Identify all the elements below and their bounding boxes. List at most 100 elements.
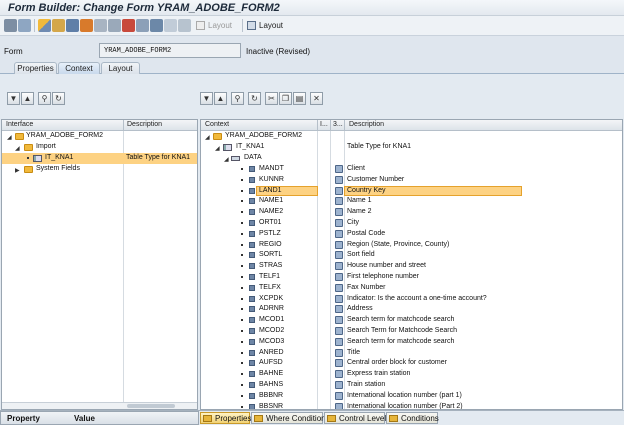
expand-icon[interactable]: ▼ xyxy=(7,92,20,105)
field-row[interactable]: MCOD2 Search Term for Matchcode Search xyxy=(201,326,622,337)
field-row[interactable]: XCPDK Indicator: Is the account a one-tim… xyxy=(201,294,622,305)
tree-node-import[interactable]: ◢ Import xyxy=(2,142,197,153)
title-bar: Form Builder: Change Form YRAM_ADOBE_FOR… xyxy=(0,0,624,16)
field-row[interactable]: MCOD3 Search term for matchcode search xyxy=(201,337,622,348)
field-row[interactable]: ADRNR Address xyxy=(201,304,622,315)
layout-button-inactive[interactable]: Layout xyxy=(196,18,232,33)
layout-button-label: Layout xyxy=(259,21,284,30)
field-row[interactable]: PSTLZ Postal Code xyxy=(201,229,622,240)
other-object-icon[interactable] xyxy=(52,19,65,32)
type-reference-icon xyxy=(335,186,343,195)
test-icon[interactable] xyxy=(94,19,107,32)
property-header: Property Value xyxy=(0,411,199,425)
layout-button[interactable]: Layout xyxy=(247,18,283,33)
collapse-icon[interactable]: ▲ xyxy=(21,92,34,105)
collapse-icon[interactable]: ▲ xyxy=(214,92,227,105)
tree-node-system-fields[interactable]: ▶ System Fields xyxy=(2,164,197,175)
field-row[interactable]: STRAS House number and street xyxy=(201,261,622,272)
field-row[interactable]: BAHNE Express train station xyxy=(201,369,622,380)
field-description: House number and street xyxy=(347,262,426,270)
field-description: Central order block for customer xyxy=(347,359,447,367)
field-row[interactable]: TELF1 First telephone number xyxy=(201,272,622,283)
find-icon[interactable]: ⚲ xyxy=(38,92,51,105)
field-row[interactable]: TELFX Fax Number xyxy=(201,283,622,294)
bottom-tab-control-levels[interactable]: Control Levels xyxy=(324,412,390,424)
interface-panel: Interface Description ◢ YRAM_ADOBE_FORM2… xyxy=(1,119,198,410)
field-row[interactable]: KUNNR Customer Number xyxy=(201,175,622,186)
field-row[interactable]: ORT01 City xyxy=(201,218,622,229)
tab-layout[interactable]: Layout xyxy=(101,62,140,74)
col2-header[interactable]: 3... xyxy=(333,121,343,128)
context-node-data[interactable]: ◢ DATA xyxy=(201,153,622,164)
description-column-header[interactable]: Description xyxy=(127,121,162,128)
find-next-icon[interactable]: ↻ xyxy=(52,92,65,105)
field-description: City xyxy=(347,219,360,226)
bottom-tab-where-conditions[interactable]: Where Conditions xyxy=(251,412,330,424)
field-row[interactable]: ANRED Title xyxy=(201,348,622,359)
display-change-icon[interactable] xyxy=(38,19,51,32)
field-row[interactable]: LAND1 Country Key xyxy=(201,185,622,197)
field-icon xyxy=(249,360,255,367)
collapsed-triangle-icon[interactable]: ▶ xyxy=(15,166,20,176)
interface-column-header[interactable]: Interface xyxy=(6,121,33,128)
tree-node-label: IT_KNA1 xyxy=(45,154,74,161)
context-node-it-kna1[interactable]: ◢ IT_KNA1 Table Type for KNA1 xyxy=(201,142,622,153)
display-object-list-icon[interactable] xyxy=(136,19,149,32)
layout-icon xyxy=(196,21,205,30)
type-reference-icon xyxy=(335,283,343,292)
bottom-tab-properties[interactable]: Properties xyxy=(200,412,251,424)
field-row[interactable]: MCOD1 Search term for matchcode search xyxy=(201,315,622,326)
find-icon[interactable]: ⚲ xyxy=(231,92,244,105)
navigation-window-icon[interactable] xyxy=(150,19,163,32)
form-name-field[interactable]: YRAM_ADOBE_FORM2 xyxy=(99,43,241,58)
tree-node-label: YRAM_ADOBE_FORM2 xyxy=(26,132,104,139)
field-row[interactable]: MANDT Client xyxy=(201,164,622,175)
bottom-tab-conditions[interactable]: Conditions xyxy=(386,412,439,424)
delete-icon[interactable] xyxy=(122,19,135,32)
description-column-header[interactable]: Description xyxy=(349,121,384,128)
type-reference-icon xyxy=(335,197,343,206)
field-row[interactable]: AUFSD Central order block for customer xyxy=(201,358,622,369)
tab-properties[interactable]: Properties xyxy=(14,62,57,74)
check-icon[interactable] xyxy=(66,19,79,32)
scrollbar-thumb[interactable] xyxy=(127,404,175,408)
find-next-icon[interactable]: ↻ xyxy=(248,92,261,105)
print-preview-icon[interactable] xyxy=(178,19,191,32)
structure-icon xyxy=(231,156,240,161)
activate-icon[interactable] xyxy=(80,19,93,32)
tab-context[interactable]: Context xyxy=(58,62,100,74)
delete-icon[interactable]: ✕ xyxy=(310,92,323,105)
tree-node-it-kna1[interactable]: IT_KNA1 Table Type for KNA1 xyxy=(2,153,197,164)
forward-icon[interactable] xyxy=(18,19,31,32)
field-description: Country Key xyxy=(347,186,386,194)
field-row[interactable]: BBSNR International location number (Part… xyxy=(201,402,622,409)
field-name: BAHNE xyxy=(259,370,284,378)
copy-icon[interactable]: ❐ xyxy=(279,92,292,105)
field-row[interactable]: REGIO Region (State, Province, County) xyxy=(201,240,622,251)
interface-toolbar: ▼ ▲ ⚲ ↻ xyxy=(7,92,66,106)
context-node-label: YRAM_ADOBE_FORM2 xyxy=(225,132,303,139)
tree-node-root[interactable]: ◢ YRAM_ADOBE_FORM2 xyxy=(2,131,197,142)
expand-icon[interactable]: ▼ xyxy=(200,92,213,105)
col1-header[interactable]: I... xyxy=(320,121,328,128)
field-row[interactable]: BBBNR International location number (part… xyxy=(201,391,622,402)
context-node-root[interactable]: ◢ YRAM_ADOBE_FORM2 xyxy=(201,131,622,142)
where-used-icon[interactable] xyxy=(108,19,121,32)
context-node-label: DATA xyxy=(244,154,262,161)
layout-editor-icon[interactable] xyxy=(164,19,177,32)
cut-icon[interactable]: ✂ xyxy=(265,92,278,105)
horizontal-scrollbar[interactable] xyxy=(2,402,197,409)
back-icon[interactable] xyxy=(4,19,17,32)
field-row[interactable]: SORTL Sort field xyxy=(201,250,622,261)
type-reference-icon xyxy=(335,240,343,249)
field-row[interactable]: BAHNS Train station xyxy=(201,380,622,391)
field-row[interactable]: NAME2 Name 2 xyxy=(201,207,622,218)
type-reference-icon xyxy=(335,229,343,238)
paste-icon[interactable]: ▤ xyxy=(293,92,306,105)
field-icon xyxy=(249,403,255,409)
field-row[interactable]: NAME1 Name 1 xyxy=(201,196,622,207)
context-column-header[interactable]: Context xyxy=(205,121,229,128)
field-icon xyxy=(249,382,255,388)
field-icon xyxy=(249,349,255,356)
context-toolbar: ▼ ▲ ⚲ ↻ ✂ ❐ ▤ ✕ xyxy=(200,92,324,106)
